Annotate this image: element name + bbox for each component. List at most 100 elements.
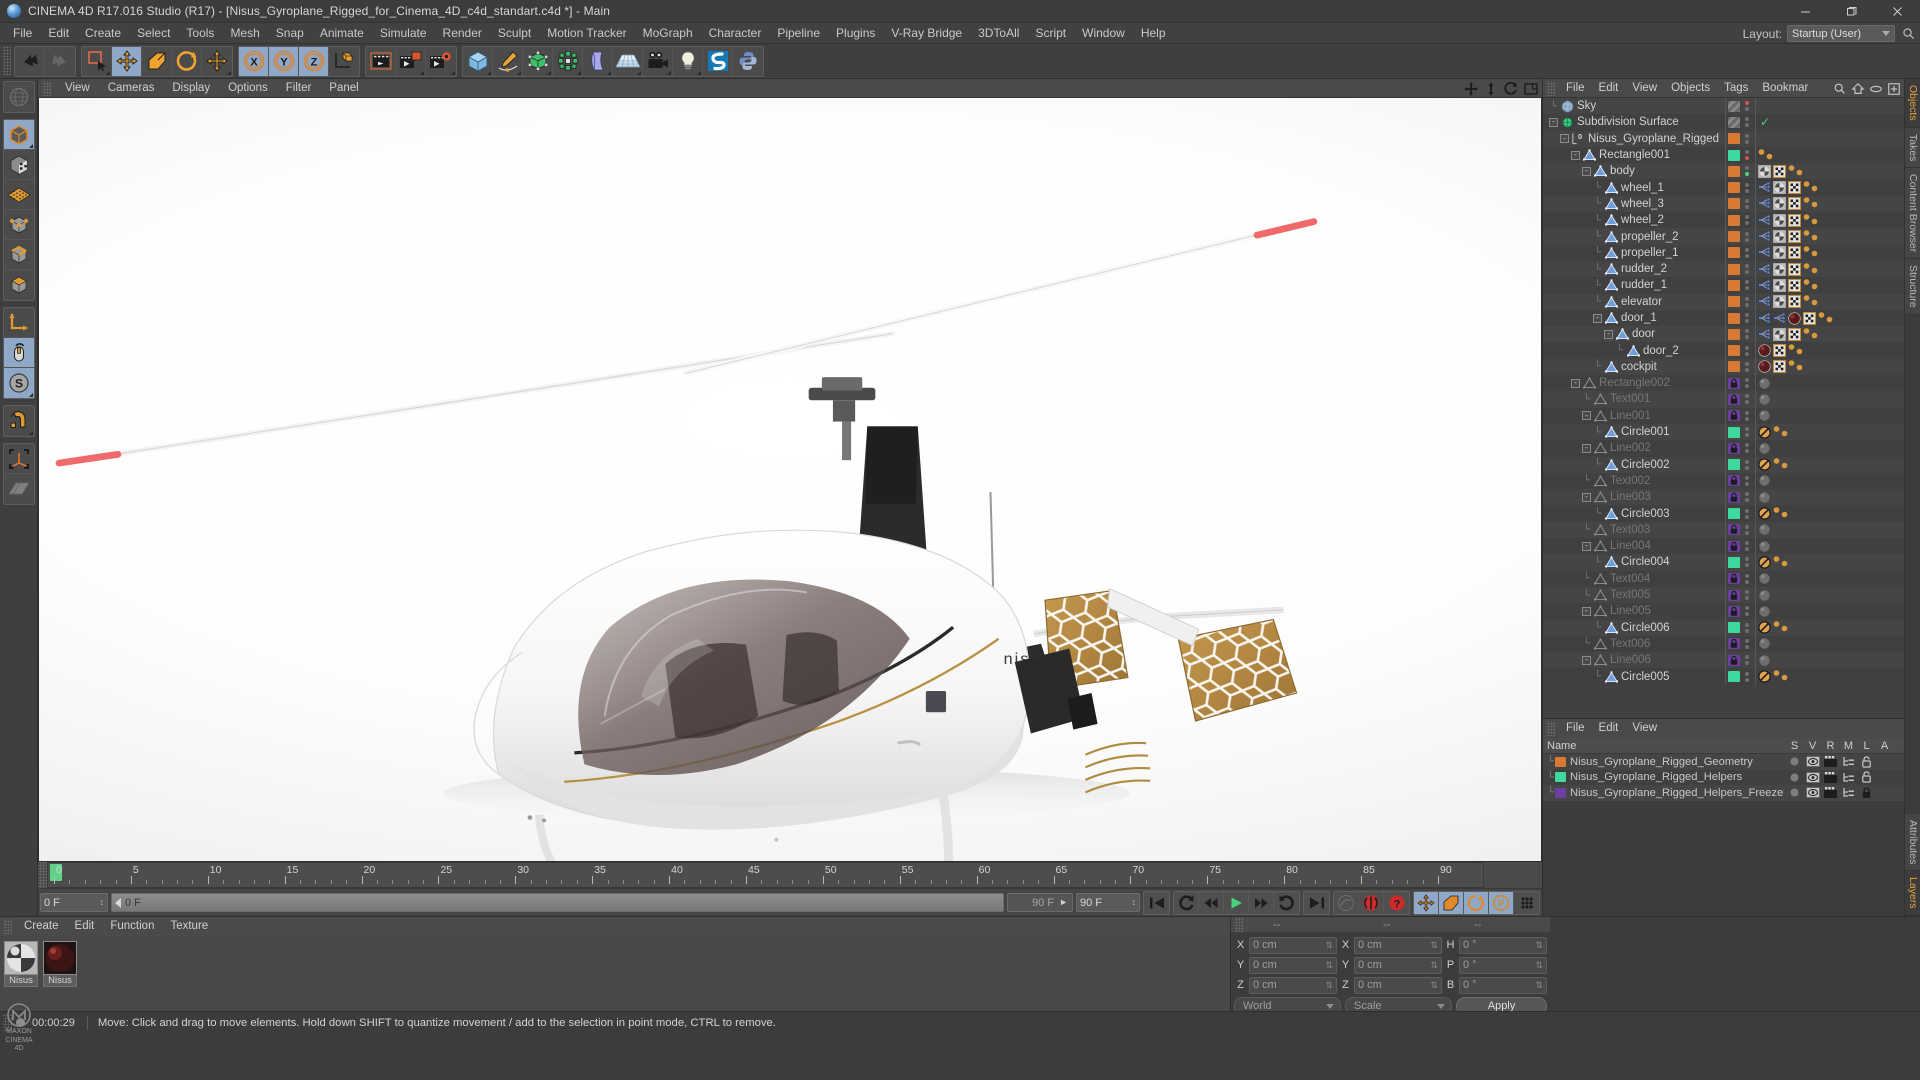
visibility-dots[interactable] [1745,378,1749,389]
ellipse-filter-icon[interactable] [1868,80,1884,97]
render-visibility-dot[interactable] [1745,302,1749,307]
tag-greyball-icon[interactable] [1758,540,1771,553]
object-row[interactable]: └ Circle005 [1543,668,1904,685]
tag-dot-icon[interactable] [1802,262,1810,276]
expand-collapse-icon[interactable]: - [1582,443,1591,453]
step-back-button[interactable] [1199,891,1224,914]
object-row[interactable]: -0 Nisus_Gyroplane_Rigged [1543,130,1904,147]
tag-uv-icon[interactable] [1787,295,1802,309]
tag-dot2-icon[interactable] [1810,197,1818,210]
object-row[interactable]: - Rectangle002 [1543,375,1904,392]
move-tool-button[interactable] [112,46,142,76]
record-scale-button[interactable] [1439,891,1464,914]
editor-visibility-dot[interactable] [1745,231,1749,236]
editor-visibility-dot[interactable] [1745,166,1749,171]
render-visibility-dot[interactable] [1745,677,1749,682]
layer-color-chip[interactable] [1728,345,1740,357]
editor-visibility-dot[interactable] [1745,541,1749,546]
object-row[interactable]: - Subdivision Surface ✓ [1543,114,1904,131]
tag-dot2-icon[interactable] [1810,295,1818,308]
spline-pen-button[interactable] [493,46,523,76]
render-settings-button[interactable] [426,47,456,76]
tag-dot-icon[interactable] [1802,213,1810,227]
render-visibility-dot[interactable] [1745,188,1749,193]
minimize-button[interactable] [1782,0,1828,23]
tag-uv-icon[interactable] [1787,262,1802,276]
render-visibility-dot[interactable] [1745,498,1749,503]
object-manager-menu-tags[interactable]: Tags [1717,79,1755,98]
layer-color-chip-locked[interactable] [1728,393,1740,405]
layer-color-chip[interactable] [1728,214,1740,226]
editor-visibility-dot[interactable] [1745,427,1749,432]
tag-mat1-icon[interactable] [1772,262,1787,276]
layers-menu-edit[interactable]: Edit [1592,719,1626,738]
layer-color-chip-locked[interactable] [1728,377,1740,389]
zoom-viewport-icon[interactable] [1482,80,1499,97]
layer-color-chip[interactable] [1728,263,1740,275]
tag-dot2-icon[interactable] [1810,246,1818,259]
render-visibility-dot[interactable] [1745,139,1749,144]
layers-grip[interactable] [1546,721,1555,736]
tag-greyball-icon[interactable] [1758,605,1771,618]
tag-mat1-icon[interactable] [1772,278,1787,293]
expand-collapse-icon[interactable]: - [1571,150,1580,160]
object-manager-tree[interactable]: └ Sky - Subdivision Surface ✓ -0 Nisus_Gyropla… [1543,98,1904,718]
object-row[interactable]: └ rudder_1 [1543,277,1904,294]
timeline-scrub-field[interactable]: 0 F [111,893,1004,912]
tag-greyball-icon[interactable] [1758,491,1771,504]
tag-xpres-icon[interactable] [1773,312,1786,325]
object-row[interactable]: └ Circle003 [1543,505,1904,522]
object-row[interactable]: └ Sky [1543,98,1904,115]
tag-dot-icon[interactable] [1802,295,1810,308]
magnet-button[interactable] [4,406,34,436]
tag-dot2-icon[interactable] [1825,312,1833,325]
tag-greyball-icon[interactable] [1758,409,1771,422]
editor-visibility-dot[interactable] [1745,671,1749,676]
visibility-dots[interactable] [1745,427,1749,438]
material-preview[interactable] [43,941,77,975]
tag-mat2-icon[interactable] [1788,311,1801,325]
visibility-dots[interactable] [1745,475,1749,486]
layer-color-chip-locked[interactable] [1728,638,1740,650]
layer-solo-cell[interactable] [1786,757,1803,766]
material-menu-create[interactable]: Create [16,917,67,936]
layer-manager-cell[interactable] [1840,787,1857,798]
tag-dot2-icon[interactable] [1780,556,1788,569]
layer-color-chip-locked[interactable] [1728,589,1740,601]
texture-mode-button[interactable] [3,180,34,210]
layer-color-chip-locked[interactable] [1728,540,1740,552]
object-row[interactable]: └ wheel_2 [1543,212,1904,229]
object-manager-menu-edit[interactable]: Edit [1592,79,1626,98]
spinner-icon[interactable]: ⇅ [1430,980,1438,990]
expand-collapse-icon[interactable]: - [1582,411,1591,421]
edge-mode-button[interactable] [3,240,34,270]
material-menu-texture[interactable]: Texture [162,917,216,936]
editor-visibility-dot[interactable] [1745,655,1749,660]
visibility-dots[interactable] [1745,671,1749,682]
tag-mat1-icon[interactable] [1772,294,1787,309]
new-layer-icon[interactable] [1886,80,1902,97]
generator-button[interactable] [523,46,553,76]
search-objects-icon[interactable] [1832,80,1848,97]
editor-visibility-dot[interactable] [1745,101,1749,106]
tag-dot2-icon[interactable] [1780,426,1788,439]
no-layer-chip[interactable] [1728,100,1740,112]
tag-dot-icon[interactable] [1772,621,1780,634]
visibility-dots[interactable] [1745,117,1749,128]
expand-collapse-icon[interactable]: - [1582,655,1591,665]
layer-color-chip[interactable] [1728,361,1740,373]
rotation-h-field[interactable]: 0 ° ⇅ [1459,936,1547,954]
position-x-field[interactable]: 0 cm ⇅ [1249,936,1337,954]
visibility-dots[interactable] [1745,247,1749,258]
menu-script[interactable]: Script [1027,23,1074,44]
editor-visibility-dot[interactable] [1745,329,1749,334]
layer-color-chip[interactable] [1728,149,1740,161]
expand-collapse-icon[interactable]: - [1582,606,1591,616]
render-visibility-dot[interactable] [1745,661,1749,666]
tag-dot2-icon[interactable] [1810,279,1818,292]
object-row[interactable]: └ cockpit [1543,358,1904,376]
render-visibility-dot[interactable] [1745,449,1749,454]
render-visibility-dot[interactable] [1745,384,1749,389]
tag-noentry-icon[interactable] [1758,425,1771,439]
object-row[interactable]: └ wheel_1 [1543,179,1904,196]
